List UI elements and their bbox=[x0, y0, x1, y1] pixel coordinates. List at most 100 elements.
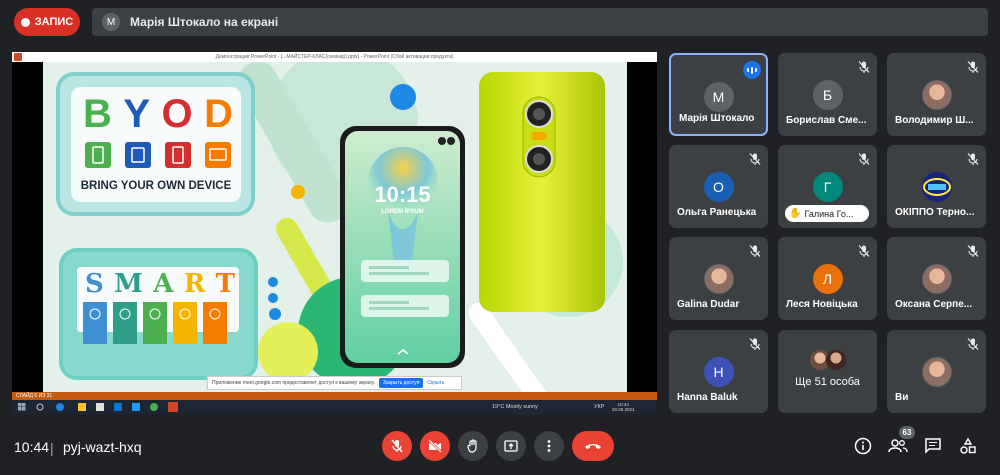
smart-letter: M bbox=[114, 269, 143, 299]
participants-count-badge: 63 bbox=[899, 426, 915, 439]
smart-title: S M A R T bbox=[85, 269, 235, 299]
participant-tile[interactable]: Г ✋ Галина Го... bbox=[778, 145, 877, 228]
smart-letter: S bbox=[85, 269, 104, 299]
camera-off-icon bbox=[428, 439, 442, 453]
participant-photo bbox=[921, 80, 952, 110]
phone-clock: 10:15 bbox=[374, 182, 431, 207]
hang-up-icon bbox=[585, 444, 601, 449]
participant-tile[interactable]: Оксана Серпе... bbox=[887, 237, 986, 320]
more-options-button[interactable] bbox=[534, 431, 564, 461]
participant-name: Hanna Baluk bbox=[677, 392, 738, 403]
microphone-toggle-button[interactable] bbox=[382, 431, 412, 461]
byod-letter: O bbox=[161, 92, 193, 136]
participant-name: Ольга Ранецька bbox=[677, 207, 757, 218]
participant-name: Марія Штокало bbox=[679, 113, 755, 124]
participant-name: Галина Го... bbox=[804, 208, 854, 219]
present-icon bbox=[504, 440, 518, 452]
recording-label: ЗАПИС bbox=[34, 16, 74, 28]
notification-text: Приложение meet.google.com предоставляет… bbox=[212, 380, 376, 386]
participant-photo bbox=[921, 357, 952, 387]
mic-off-icon bbox=[391, 439, 403, 453]
present-screen-button[interactable] bbox=[496, 431, 526, 461]
hide-link[interactable]: Скрыть bbox=[427, 380, 444, 386]
participant-avatar: М bbox=[703, 82, 734, 112]
raised-hand-icon: ✋ bbox=[789, 208, 802, 219]
mic-muted-icon bbox=[966, 152, 980, 166]
participant-tile[interactable]: Володимир Ш... bbox=[887, 53, 986, 136]
stop-sharing-button[interactable]: Закрыть доступ bbox=[379, 378, 424, 388]
byod-letter: Y bbox=[123, 92, 151, 136]
participant-avatar: О bbox=[703, 172, 734, 202]
participant-tile[interactable]: О Ольга Ранецька bbox=[669, 145, 768, 228]
leave-call-button[interactable] bbox=[572, 431, 614, 461]
byod-letter: B bbox=[83, 92, 112, 136]
more-avatars bbox=[810, 350, 850, 370]
presenting-text: Марія Штокало на екрані bbox=[130, 15, 279, 29]
taskbar-language: УКР bbox=[594, 404, 605, 410]
more-vert-icon bbox=[547, 440, 551, 452]
mic-muted-icon bbox=[857, 60, 871, 74]
taskbar-app-icons bbox=[18, 402, 178, 412]
people-icon bbox=[888, 439, 908, 453]
participant-name: Леся Новіцька bbox=[786, 299, 858, 310]
more-participants-label: Ще 51 особа bbox=[795, 376, 860, 388]
hand-icon bbox=[467, 439, 477, 453]
mic-muted-icon bbox=[966, 244, 980, 258]
meeting-details-button[interactable] bbox=[853, 436, 873, 456]
record-dot-icon bbox=[20, 17, 30, 27]
participant-tile[interactable]: Б Борислав Сме... bbox=[778, 53, 877, 136]
top-bar: ЗАПИС М Марія Штокало на екрані bbox=[0, 0, 1000, 44]
participant-tile[interactable]: Л Леся Новіцька bbox=[778, 237, 877, 320]
ppt-status-bar: СЛАЙД 6 ИЗ 31 bbox=[12, 392, 657, 400]
participant-tile[interactable]: Ще 51 особа bbox=[778, 330, 877, 413]
org-logo bbox=[921, 172, 952, 202]
taskbar-weather: 19°C Mostly sunny bbox=[492, 404, 538, 410]
phone-subtitle: LOREM IPSUM bbox=[381, 209, 424, 215]
participant-photo bbox=[921, 264, 952, 294]
byod-letter: D bbox=[204, 92, 233, 136]
meeting-code[interactable]: pyj-wazt-hxq bbox=[63, 439, 142, 455]
participant-tile[interactable]: ОКІППО Терно... bbox=[887, 145, 986, 228]
byod-title: B Y O D bbox=[83, 92, 233, 137]
mic-muted-icon bbox=[857, 244, 871, 258]
presentation-slide: B Y O D BRING YOUR OWN DEVICE S M A R T … bbox=[43, 62, 627, 392]
mic-muted-icon bbox=[748, 244, 762, 258]
bottom-control-bar: 10:44 | pyj-wazt-hxq 63 bbox=[0, 420, 1000, 475]
participant-avatar: H bbox=[703, 357, 734, 387]
smart-letter: R bbox=[183, 269, 206, 299]
participant-name: Борислав Сме... bbox=[786, 115, 867, 126]
separator: | bbox=[50, 440, 54, 456]
mic-muted-icon bbox=[748, 337, 762, 351]
powerpoint-window-title: Демонстрация PowerPoint - [...МАЙСТЕР-КЛ… bbox=[12, 52, 657, 62]
participant-name: ОКІППО Терно... bbox=[895, 207, 975, 218]
powerpoint-icon bbox=[14, 53, 22, 61]
participant-name: Galina Dudar bbox=[677, 299, 740, 310]
mic-muted-icon bbox=[748, 152, 762, 166]
participant-tile[interactable]: H Hanna Baluk bbox=[669, 330, 768, 413]
people-button[interactable] bbox=[888, 436, 908, 456]
participant-name: Володимир Ш... bbox=[895, 115, 974, 126]
activities-icon bbox=[960, 437, 976, 454]
chat-button[interactable] bbox=[923, 436, 943, 456]
raise-hand-button[interactable] bbox=[458, 431, 488, 461]
mic-muted-icon bbox=[857, 152, 871, 166]
participant-tile[interactable]: Ви bbox=[887, 330, 986, 413]
participant-avatar: Л bbox=[812, 264, 843, 294]
taskbar-clock: 10:44 20.08.2021 bbox=[612, 402, 635, 412]
raised-hand-chip: ✋ Галина Го... bbox=[785, 205, 869, 222]
camera-toggle-button[interactable] bbox=[420, 431, 450, 461]
windows-taskbar: 19°C Mostly sunny УКР 10:44 20.08.2021 bbox=[12, 400, 657, 414]
screen-share-notification: Приложение meet.google.com предоставляет… bbox=[207, 376, 462, 390]
participant-photo bbox=[703, 264, 734, 294]
smart-letter: A bbox=[153, 269, 174, 299]
recording-indicator[interactable]: ЗАПИС bbox=[14, 8, 80, 36]
participant-name: Оксана Серпе... bbox=[895, 299, 973, 310]
presenter-avatar: М bbox=[102, 13, 120, 31]
activities-button[interactable] bbox=[958, 436, 978, 456]
participant-tile[interactable]: Galina Dudar bbox=[669, 237, 768, 320]
participant-tile[interactable]: М Марія Штокало bbox=[669, 53, 768, 136]
chat-icon bbox=[925, 438, 941, 454]
mic-muted-icon bbox=[966, 60, 980, 74]
shared-screen: Демонстрация PowerPoint - [...МАЙСТЕР-КЛ… bbox=[12, 52, 657, 414]
mic-muted-icon bbox=[966, 337, 980, 351]
